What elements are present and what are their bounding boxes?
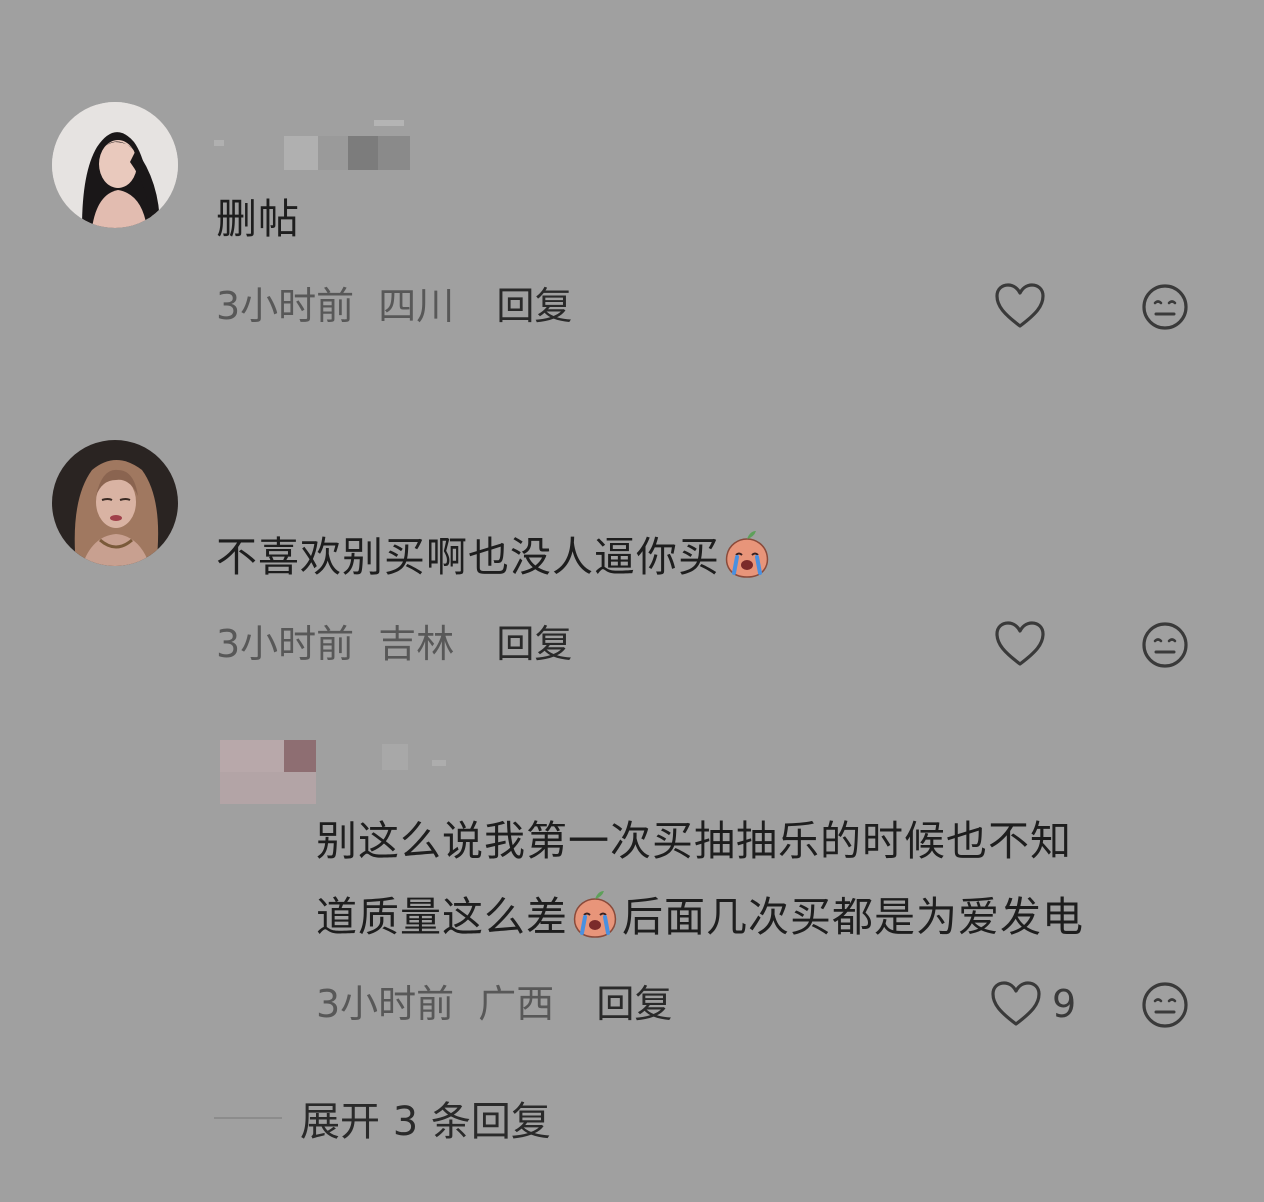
comment-time: 3小时前	[216, 622, 355, 666]
comment-time: 3小时前	[216, 284, 355, 328]
expand-replies-label: 展开 3 条回复	[300, 1099, 551, 1145]
meh-face-icon	[1142, 284, 1188, 330]
avatar[interactable]	[52, 102, 178, 228]
meh-face-icon	[1142, 622, 1188, 668]
comment-location: 吉林	[378, 622, 455, 666]
avatar-image	[52, 102, 178, 228]
dislike-button[interactable]	[1140, 620, 1190, 670]
expand-replies-button[interactable]: 展开 3 条回复	[214, 1088, 551, 1148]
heart-outline-icon	[991, 981, 1041, 1026]
crying-peach-emoji	[573, 891, 617, 938]
crying-peach-emoji	[725, 531, 769, 578]
like-button[interactable]	[994, 282, 1046, 330]
comment-location: 四川	[378, 284, 455, 328]
meh-face-icon	[1142, 982, 1188, 1028]
heart-outline-icon	[995, 283, 1045, 328]
comment-meta: 3小时前 四川 回复	[216, 278, 572, 334]
like-button[interactable]	[994, 620, 1046, 668]
reply-button[interactable]: 回复	[496, 284, 572, 328]
comment-meta: 3小时前 吉林 回复	[216, 616, 572, 672]
reply-button[interactable]: 回复	[496, 622, 572, 666]
reply-location: 广西	[478, 982, 555, 1026]
like-button[interactable]: 9	[990, 980, 1076, 1028]
reply-avatar-blurred[interactable]	[220, 740, 460, 804]
comment-text-content: 不喜欢别买啊也没人逼你买	[216, 533, 720, 581]
avatar[interactable]	[52, 440, 178, 566]
dislike-button[interactable]	[1140, 282, 1190, 332]
heart-outline-icon	[995, 621, 1045, 666]
dislike-button[interactable]	[1140, 980, 1190, 1030]
reply-text-line: 道质量这么差 后面几次买都是为爱发电	[316, 884, 1216, 950]
avatar-image	[52, 440, 178, 566]
reply-text: 别这么说我第一次买抽抽乐的时候也不知 道质量这么差 后面几次买都是为爱发电	[316, 808, 1216, 950]
comment-text: 删帖	[216, 195, 300, 243]
reply-time: 3小时前	[316, 982, 455, 1026]
divider-line	[214, 1117, 282, 1119]
reply-text-part: 道质量这么差	[316, 893, 568, 941]
username-blurred[interactable]	[214, 110, 414, 172]
like-count: 9	[1052, 982, 1077, 1026]
comment-text: 不喜欢别买啊也没人逼你买	[216, 524, 774, 590]
reply-text-part: 后面几次买都是为爱发电	[622, 893, 1084, 941]
reply-meta: 3小时前 广西 回复	[316, 976, 672, 1032]
reply-button[interactable]: 回复	[596, 982, 672, 1026]
reply-text-line: 别这么说我第一次买抽抽乐的时候也不知	[316, 817, 1072, 865]
